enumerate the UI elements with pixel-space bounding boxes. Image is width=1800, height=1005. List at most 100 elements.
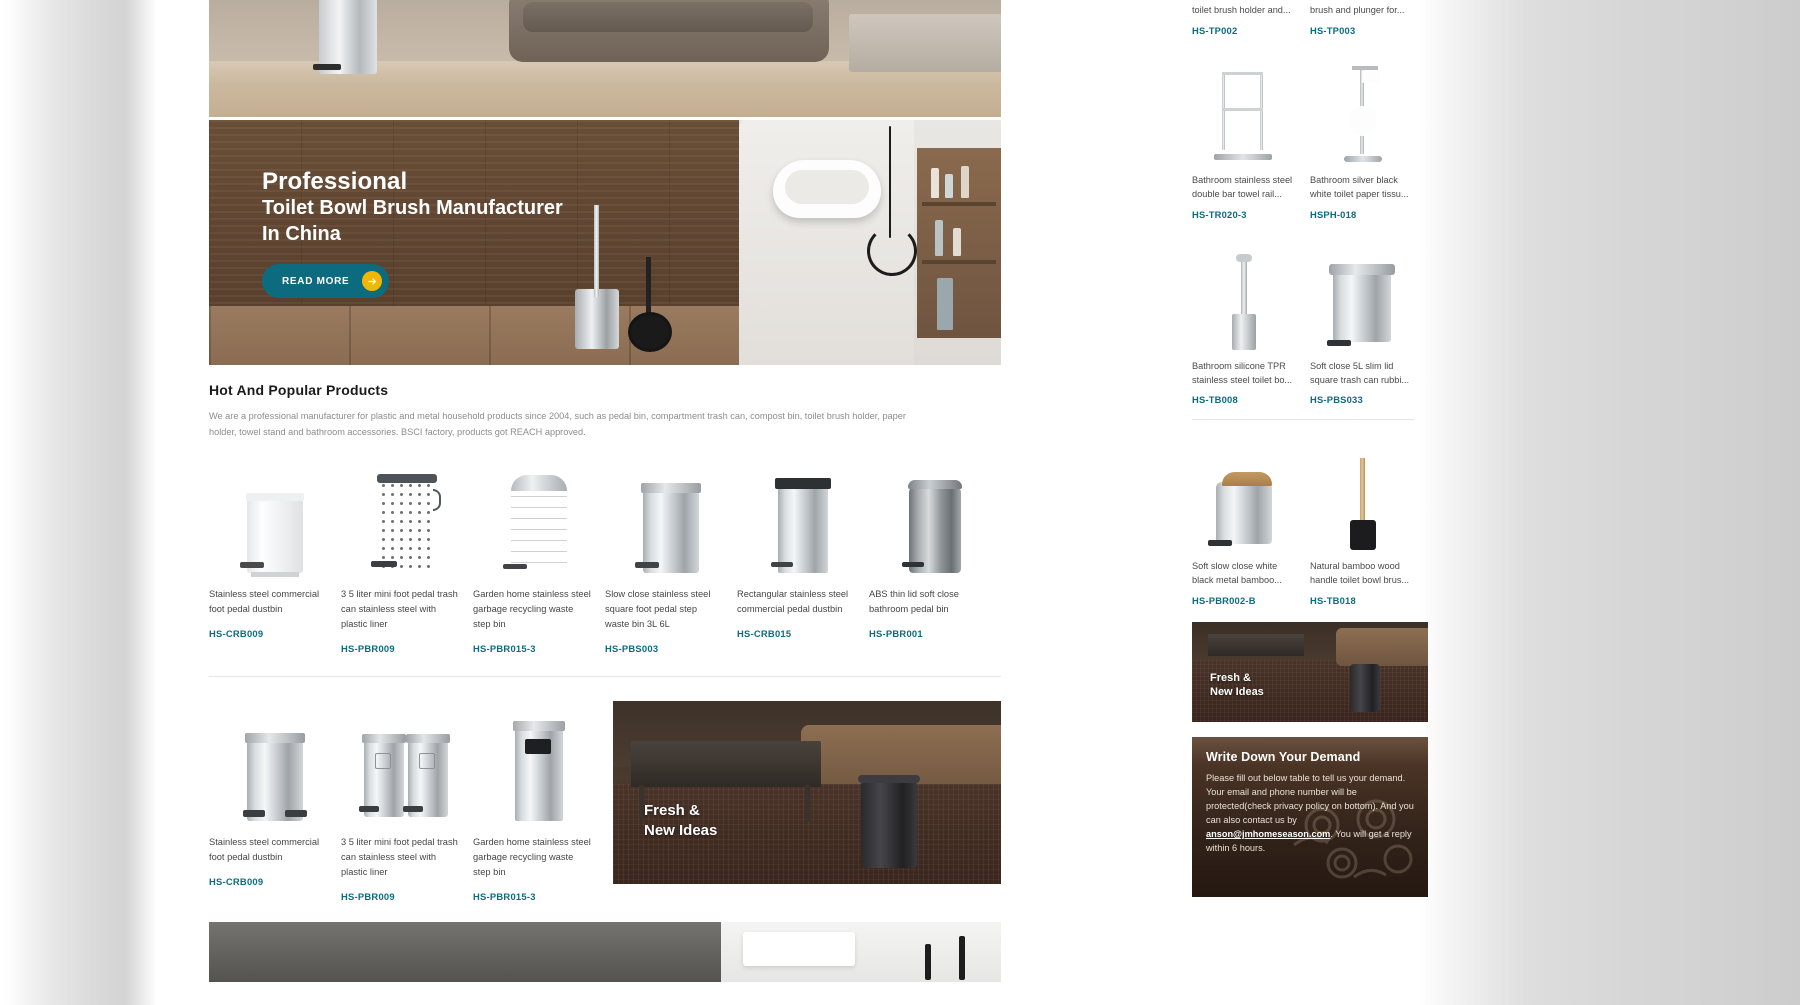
read-more-label: READ MORE [282, 275, 350, 287]
shelf-bar [922, 202, 996, 206]
form-panel-content: Write Down Your Demand Please fill out b… [1192, 737, 1428, 856]
product-card[interactable]: 3 5 liter mini foot pedal trash can stai… [341, 453, 473, 654]
white-pedal-bin-image [240, 492, 304, 577]
section-title: Hot And Popular Products [209, 382, 389, 398]
garden-waste-step-bin-image [513, 720, 565, 821]
product-card[interactable]: Garden home stainless steel garbage recy… [473, 453, 605, 654]
product-thumbnail [737, 453, 869, 573]
sidebar-product-card[interactable]: Natural bamboo wood handle toilet bowl b… [1310, 438, 1428, 606]
read-more-button[interactable]: READ MORE [262, 264, 390, 298]
form-description: Please fill out below table to tell us y… [1206, 771, 1414, 856]
product-grid-row-2: Stainless steel commercial foot pedal du… [209, 700, 1001, 902]
faucet-shape [959, 935, 965, 980]
product-thumbnail [473, 701, 605, 821]
towel-rail-image [1208, 68, 1280, 164]
product-name: Garden home stainless steel garbage recy… [473, 836, 591, 877]
black-pedal-bin-shape [1350, 663, 1380, 712]
abs-thin-lid-pedal-bin-image [902, 479, 962, 573]
sidebar-product-card[interactable]: Soft close 5L slim lid square trash can … [1310, 238, 1428, 405]
brush-stem-shape [594, 205, 599, 297]
write-down-your-demand-panel: Write Down Your Demand Please fill out b… [1192, 736, 1428, 897]
sidebar-product-card[interactable]: Bathroom silver black white toilet paper… [1310, 52, 1428, 220]
fresh-new-ideas-promo-banner[interactable]: Fresh & New Ideas [613, 700, 1001, 884]
sidebar-product-card[interactable]: Soft slow close white black metal bamboo… [1192, 438, 1310, 606]
bottle-shape [935, 220, 943, 256]
round-step-bin-image [503, 474, 567, 573]
product-sku: HS-PBR009 [341, 642, 395, 654]
product-card[interactable]: Stainless steel commercial foot pedal du… [209, 701, 341, 902]
hero-title-line-1: Professional [262, 168, 408, 195]
toilet-brush-holder-shape [575, 205, 619, 349]
sidebar-product-card[interactable]: toilet brush holder and... HS-TP002 [1192, 0, 1310, 36]
sidebar-product-name: Bathroom silver black white toilet paper… [1310, 175, 1409, 200]
bamboo-handle-toilet-brush-image [1342, 458, 1382, 550]
product-name: Rectangular stainless steel commercial p… [737, 588, 849, 614]
sidebar-product-sku: HSPH-018 [1310, 208, 1357, 220]
main-content-column: Professional Toilet Bowl Brush Manufactu… [209, 0, 1001, 982]
sidebar-product-row: Soft slow close white black metal bamboo… [1192, 438, 1428, 606]
product-thumbnail [209, 453, 341, 577]
sidebar-product-name-partial: toilet brush holder and... [1192, 0, 1296, 18]
section-divider [209, 675, 1001, 677]
right-page-gutter [1420, 0, 1800, 1005]
bottle-shape [953, 228, 961, 256]
sidebar-product-thumbnail [1192, 52, 1296, 164]
sidebar-product-row: Bathroom silicone TPR stainless steel to… [1192, 238, 1428, 405]
arrow-right-icon [362, 271, 383, 291]
product-sku: HS-CRB009 [209, 875, 264, 887]
coffee-table-shape [1208, 633, 1304, 656]
product-thumbnail [473, 453, 605, 573]
product-name: 3 5 liter mini foot pedal trash can stai… [341, 588, 458, 629]
product-name: Stainless steel commercial foot pedal du… [209, 588, 320, 614]
product-card[interactable]: Rectangular stainless steel commercial p… [737, 453, 869, 654]
shelf-bar [922, 260, 996, 264]
bottle-shape [961, 166, 969, 198]
hero-banner[interactable]: Professional Toilet Bowl Brush Manufactu… [209, 120, 1001, 365]
product-card[interactable]: Slow close stainless steel square foot p… [605, 453, 737, 654]
sidebar-product-name: Natural bamboo wood handle toilet bowl b… [1310, 561, 1410, 586]
sidebar-promo-line-2: New Ideas [1210, 686, 1264, 699]
sidebar-product-thumbnail [1310, 52, 1414, 164]
product-card[interactable]: Garden home stainless steel garbage recy… [473, 701, 605, 902]
sidebar-product-sku: HS-TB018 [1310, 594, 1356, 606]
product-card[interactable]: ABS thin lid soft close bathroom pedal b… [869, 453, 1001, 654]
sidebar-promo-line-1: Fresh & [1210, 671, 1251, 684]
sidebar-divider [1192, 419, 1414, 420]
contact-email-link[interactable]: anson@jmhomeseason.com [1206, 829, 1330, 839]
promo-line-2: New Ideas [644, 821, 718, 839]
sidebar-product-name: Soft slow close white black metal bamboo… [1192, 561, 1282, 586]
brush-rod-shape [646, 257, 651, 323]
sidebar-product-name-partial: brush and plunger for... [1310, 0, 1414, 18]
square-step-bin-image [635, 482, 701, 573]
commercial-pedal-dustbin-image [243, 732, 307, 821]
sidebar-product-sku: HS-TR020-3 [1192, 208, 1247, 220]
product-grid-row-1: Stainless steel commercial foot pedal du… [209, 453, 1001, 654]
shower-hose-shape [867, 126, 917, 276]
sidebar-product-sku: HS-TP003 [1310, 25, 1356, 36]
product-name: Stainless steel commercial foot pedal du… [209, 836, 320, 862]
product-name: Garden home stainless steel garbage recy… [473, 588, 591, 629]
hero-heading: Professional Toilet Bowl Brush Manufactu… [262, 168, 563, 248]
bottle-shape [937, 278, 953, 330]
sidebar-product-thumbnail [1310, 438, 1414, 550]
sidebar-product-card[interactable]: Bathroom silicone TPR stainless steel to… [1192, 238, 1310, 405]
product-thumbnail [605, 453, 737, 573]
table-leg-shape [805, 784, 810, 821]
sidebar-product-card[interactable]: Bathroom stainless steel double bar towe… [1192, 52, 1310, 220]
sidebar-fresh-new-ideas-promo[interactable]: Fresh & New Ideas [1192, 621, 1428, 722]
sidebar-product-name: brush and plunger for... [1310, 5, 1405, 15]
brush-head-shape [631, 315, 669, 349]
wall-hung-toilet-shape [773, 160, 881, 218]
sofa-shape [509, 0, 829, 62]
sidebar-product-card[interactable]: brush and plunger for... HS-TP003 [1310, 0, 1428, 36]
sidebar-product-sku: HS-TP002 [1192, 25, 1238, 36]
faucet-shape [925, 943, 931, 980]
product-card[interactable]: 3 5 liter mini foot pedal trash can stai… [341, 701, 473, 902]
bottom-image-left-half [209, 921, 721, 982]
product-name: 3 5 liter mini foot pedal trash can stai… [341, 836, 458, 877]
slim-square-trash-can-image [1327, 258, 1397, 350]
sidebar-product-sku: HS-TB008 [1192, 394, 1238, 405]
product-card[interactable]: Stainless steel commercial foot pedal du… [209, 453, 341, 654]
sink-shape [743, 931, 855, 966]
product-thumbnail [869, 453, 1001, 573]
